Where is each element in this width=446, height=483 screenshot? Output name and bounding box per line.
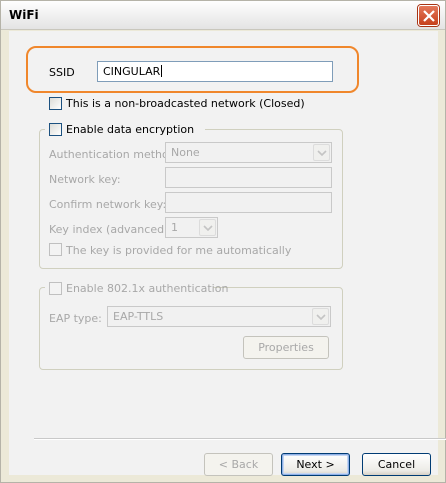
auto-key-label: The key is provided for me automatically <box>66 244 292 257</box>
chevron-down-icon <box>203 225 213 231</box>
wifi-dialog: WiFi SSID CINGULAR This is a non-broadca… <box>0 0 446 483</box>
auth-method-label: Authentication method: <box>49 148 180 161</box>
footer-separator <box>34 438 446 440</box>
key-index-select[interactable]: 1 <box>165 217 218 238</box>
auth-method-select[interactable]: None <box>165 142 332 163</box>
back-button[interactable]: < Back <box>204 453 273 476</box>
confirm-key-input[interactable] <box>165 192 332 213</box>
title-bar: WiFi <box>1 1 445 30</box>
enable-8021x-checkbox[interactable] <box>49 282 62 295</box>
eap-type-label: EAP type: <box>49 312 102 325</box>
eap-type-value: EAP-TTLS <box>113 310 164 323</box>
enable-encryption-label: Enable data encryption <box>66 123 195 136</box>
window-title: WiFi <box>9 8 39 22</box>
enable-8021x-label: Enable 802.1x authentication <box>66 282 229 295</box>
chevron-down-icon <box>316 314 326 320</box>
properties-button[interactable]: Properties <box>243 336 329 359</box>
auth-method-value: None <box>171 146 200 159</box>
close-button[interactable] <box>418 5 439 26</box>
network-key-input[interactable] <box>165 167 332 188</box>
close-icon <box>423 10 435 22</box>
auto-key-checkbox[interactable] <box>49 243 62 256</box>
auth-method-dropdown-button[interactable] <box>313 144 330 161</box>
non-broadcast-checkbox[interactable] <box>49 97 62 110</box>
cancel-button[interactable]: Cancel <box>362 453 431 476</box>
eap-type-select[interactable]: EAP-TTLS <box>107 306 331 327</box>
next-button[interactable]: Next > <box>281 453 350 476</box>
enable-encryption-checkbox[interactable] <box>49 123 62 136</box>
confirm-key-label: Confirm network key: <box>49 198 167 211</box>
chevron-down-icon <box>317 150 327 156</box>
text-caret <box>161 65 163 77</box>
network-key-label: Network key: <box>49 173 121 186</box>
ssid-label: SSID <box>49 66 75 79</box>
key-index-dropdown-button[interactable] <box>199 219 216 236</box>
key-index-label: Key index (advanced): <box>49 223 173 236</box>
non-broadcast-label: This is a non-broadcasted network (Close… <box>66 97 305 110</box>
eap-type-dropdown-button[interactable] <box>312 308 329 325</box>
ssid-value: CINGULAR <box>103 65 161 78</box>
key-index-value: 1 <box>171 221 178 234</box>
ssid-input[interactable]: CINGULAR <box>97 61 333 82</box>
